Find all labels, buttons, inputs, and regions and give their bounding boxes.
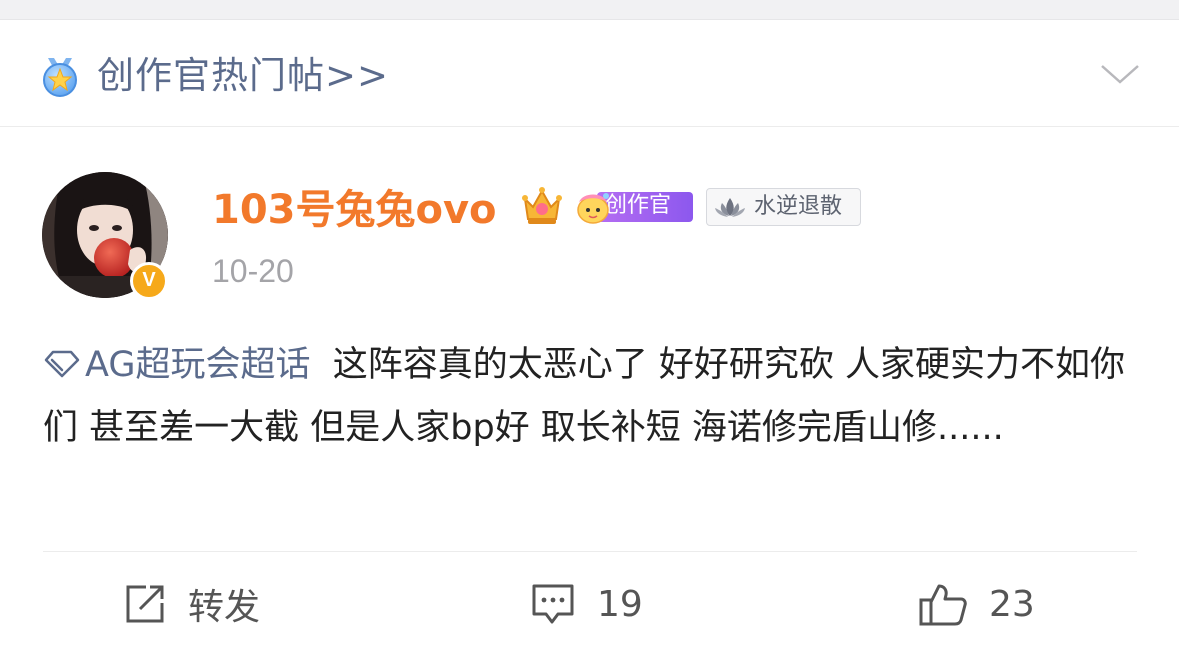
topic-link[interactable]: AG超玩会超话 <box>43 345 310 385</box>
repost-label: 转发 <box>188 587 261 628</box>
repost-button[interactable]: 转发 <box>124 578 260 630</box>
verified-badge: V <box>130 262 168 300</box>
crown-icon <box>522 187 562 224</box>
topic-label[interactable]: AG超玩会超话 <box>85 345 310 385</box>
water-badge[interactable]: 水逆退散 <box>706 188 861 226</box>
like-count: 23 <box>989 583 1035 625</box>
like-button[interactable]: 23 <box>919 578 1035 630</box>
author-name[interactable]: 103号兔兔ovo <box>212 186 497 234</box>
post-date: 10-20 <box>212 253 294 289</box>
medal-star-icon <box>43 58 77 97</box>
lotus-icon <box>715 198 745 217</box>
chevron-down-icon[interactable] <box>1100 61 1140 87</box>
thumbs-up-icon <box>919 584 967 626</box>
creator-badge-label: 创作官 <box>605 193 672 218</box>
comment-icon <box>532 584 574 624</box>
post-body: AG超玩会超话 这阵容真的太恶心了 好好研究砍 人家硬实力不如你们 甚至差一大截… <box>43 334 1143 460</box>
creator-badge[interactable]: 创作官 <box>573 188 694 226</box>
water-badge-label: 水逆退散 <box>754 194 843 219</box>
divider <box>43 551 1137 552</box>
repost-icon <box>126 585 164 623</box>
hot-posts-header[interactable]: 创作官热门帖>> <box>0 21 1179 127</box>
comment-button[interactable]: 19 <box>531 578 643 630</box>
comment-count: 19 <box>597 583 643 625</box>
header-title[interactable]: 创作官热门帖>> <box>97 54 389 98</box>
status-strip <box>0 0 1179 20</box>
diamond-icon <box>44 350 80 378</box>
creator-mascot-icon <box>577 193 609 224</box>
